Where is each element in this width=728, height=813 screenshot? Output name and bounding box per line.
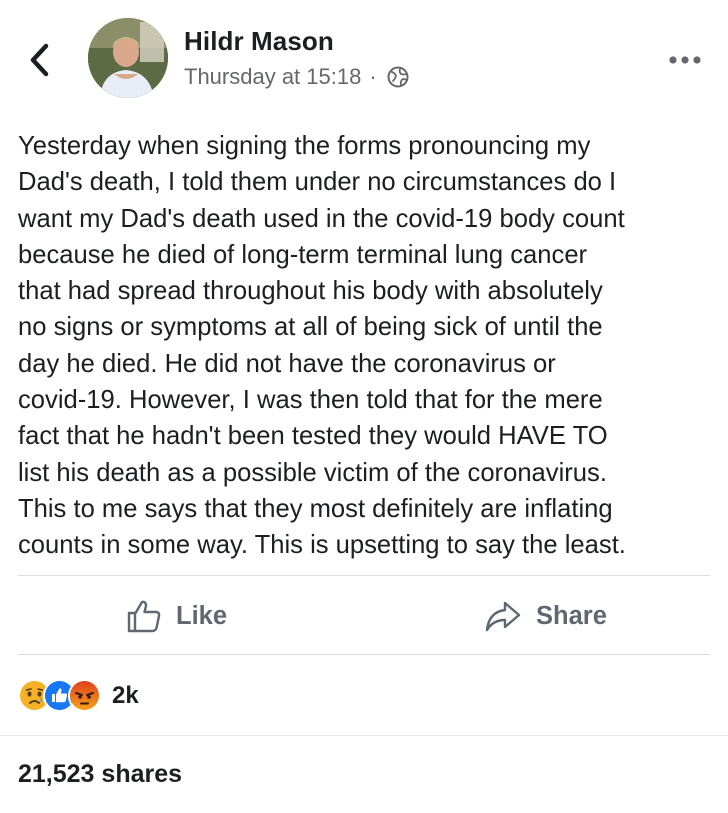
author-name[interactable]: Hildr Mason (184, 26, 334, 57)
post-timestamp[interactable]: Thursday at 15:18 (184, 64, 361, 90)
avatar-image (88, 18, 168, 98)
divider (18, 575, 710, 576)
share-arrow-icon (485, 601, 521, 632)
avatar[interactable] (88, 18, 168, 98)
more-icon (669, 56, 701, 64)
like-button[interactable]: Like (126, 594, 227, 638)
share-button[interactable]: Share (484, 594, 607, 638)
reactions-summary[interactable]: 2k (18, 676, 139, 716)
share-label: Share (536, 601, 607, 630)
thumbs-up-icon (127, 600, 161, 633)
post-meta: Thursday at 15:18 · (184, 64, 409, 90)
globe-icon (387, 66, 409, 88)
back-button[interactable] (24, 40, 54, 80)
meta-separator: · (369, 64, 377, 89)
angry-icon (68, 679, 102, 713)
like-label: Like (176, 601, 228, 630)
post-text: Yesterday when signing the forms pronoun… (18, 132, 626, 560)
reaction-count: 2k (112, 682, 139, 709)
divider (0, 735, 728, 736)
more-options-button[interactable] (666, 50, 706, 70)
post-header: Hildr Mason Thursday at 15:18 · (0, 0, 728, 118)
divider (18, 654, 710, 655)
chevron-left-icon (30, 43, 49, 77)
share-count[interactable]: 21,523 shares (18, 760, 182, 789)
